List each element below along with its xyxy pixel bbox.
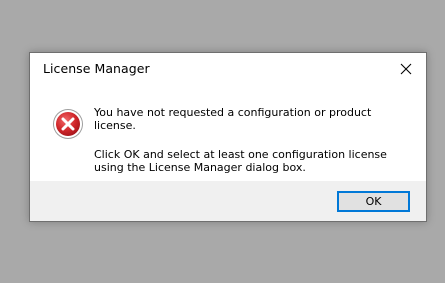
ok-button[interactable]: OK: [337, 191, 410, 212]
message-line-1: You have not requested a configuration o…: [94, 106, 372, 132]
message-line-2a: Click OK and select at least one configu…: [94, 148, 387, 161]
dialog-footer: OK: [30, 181, 426, 221]
message-line-2b: using the License Manager dialog box.: [94, 160, 306, 174]
close-button[interactable]: [386, 53, 426, 85]
dialog-content: You have not requested a configuration o…: [30, 87, 426, 183]
license-manager-dialog: License Manager You have not requested a…: [29, 52, 427, 222]
dialog-title: License Manager: [43, 61, 150, 76]
error-icon: [53, 109, 83, 139]
close-icon: [400, 63, 412, 75]
title-bar: License Manager: [30, 53, 426, 87]
message-text: You have not requested a configuration o…: [94, 106, 414, 174]
